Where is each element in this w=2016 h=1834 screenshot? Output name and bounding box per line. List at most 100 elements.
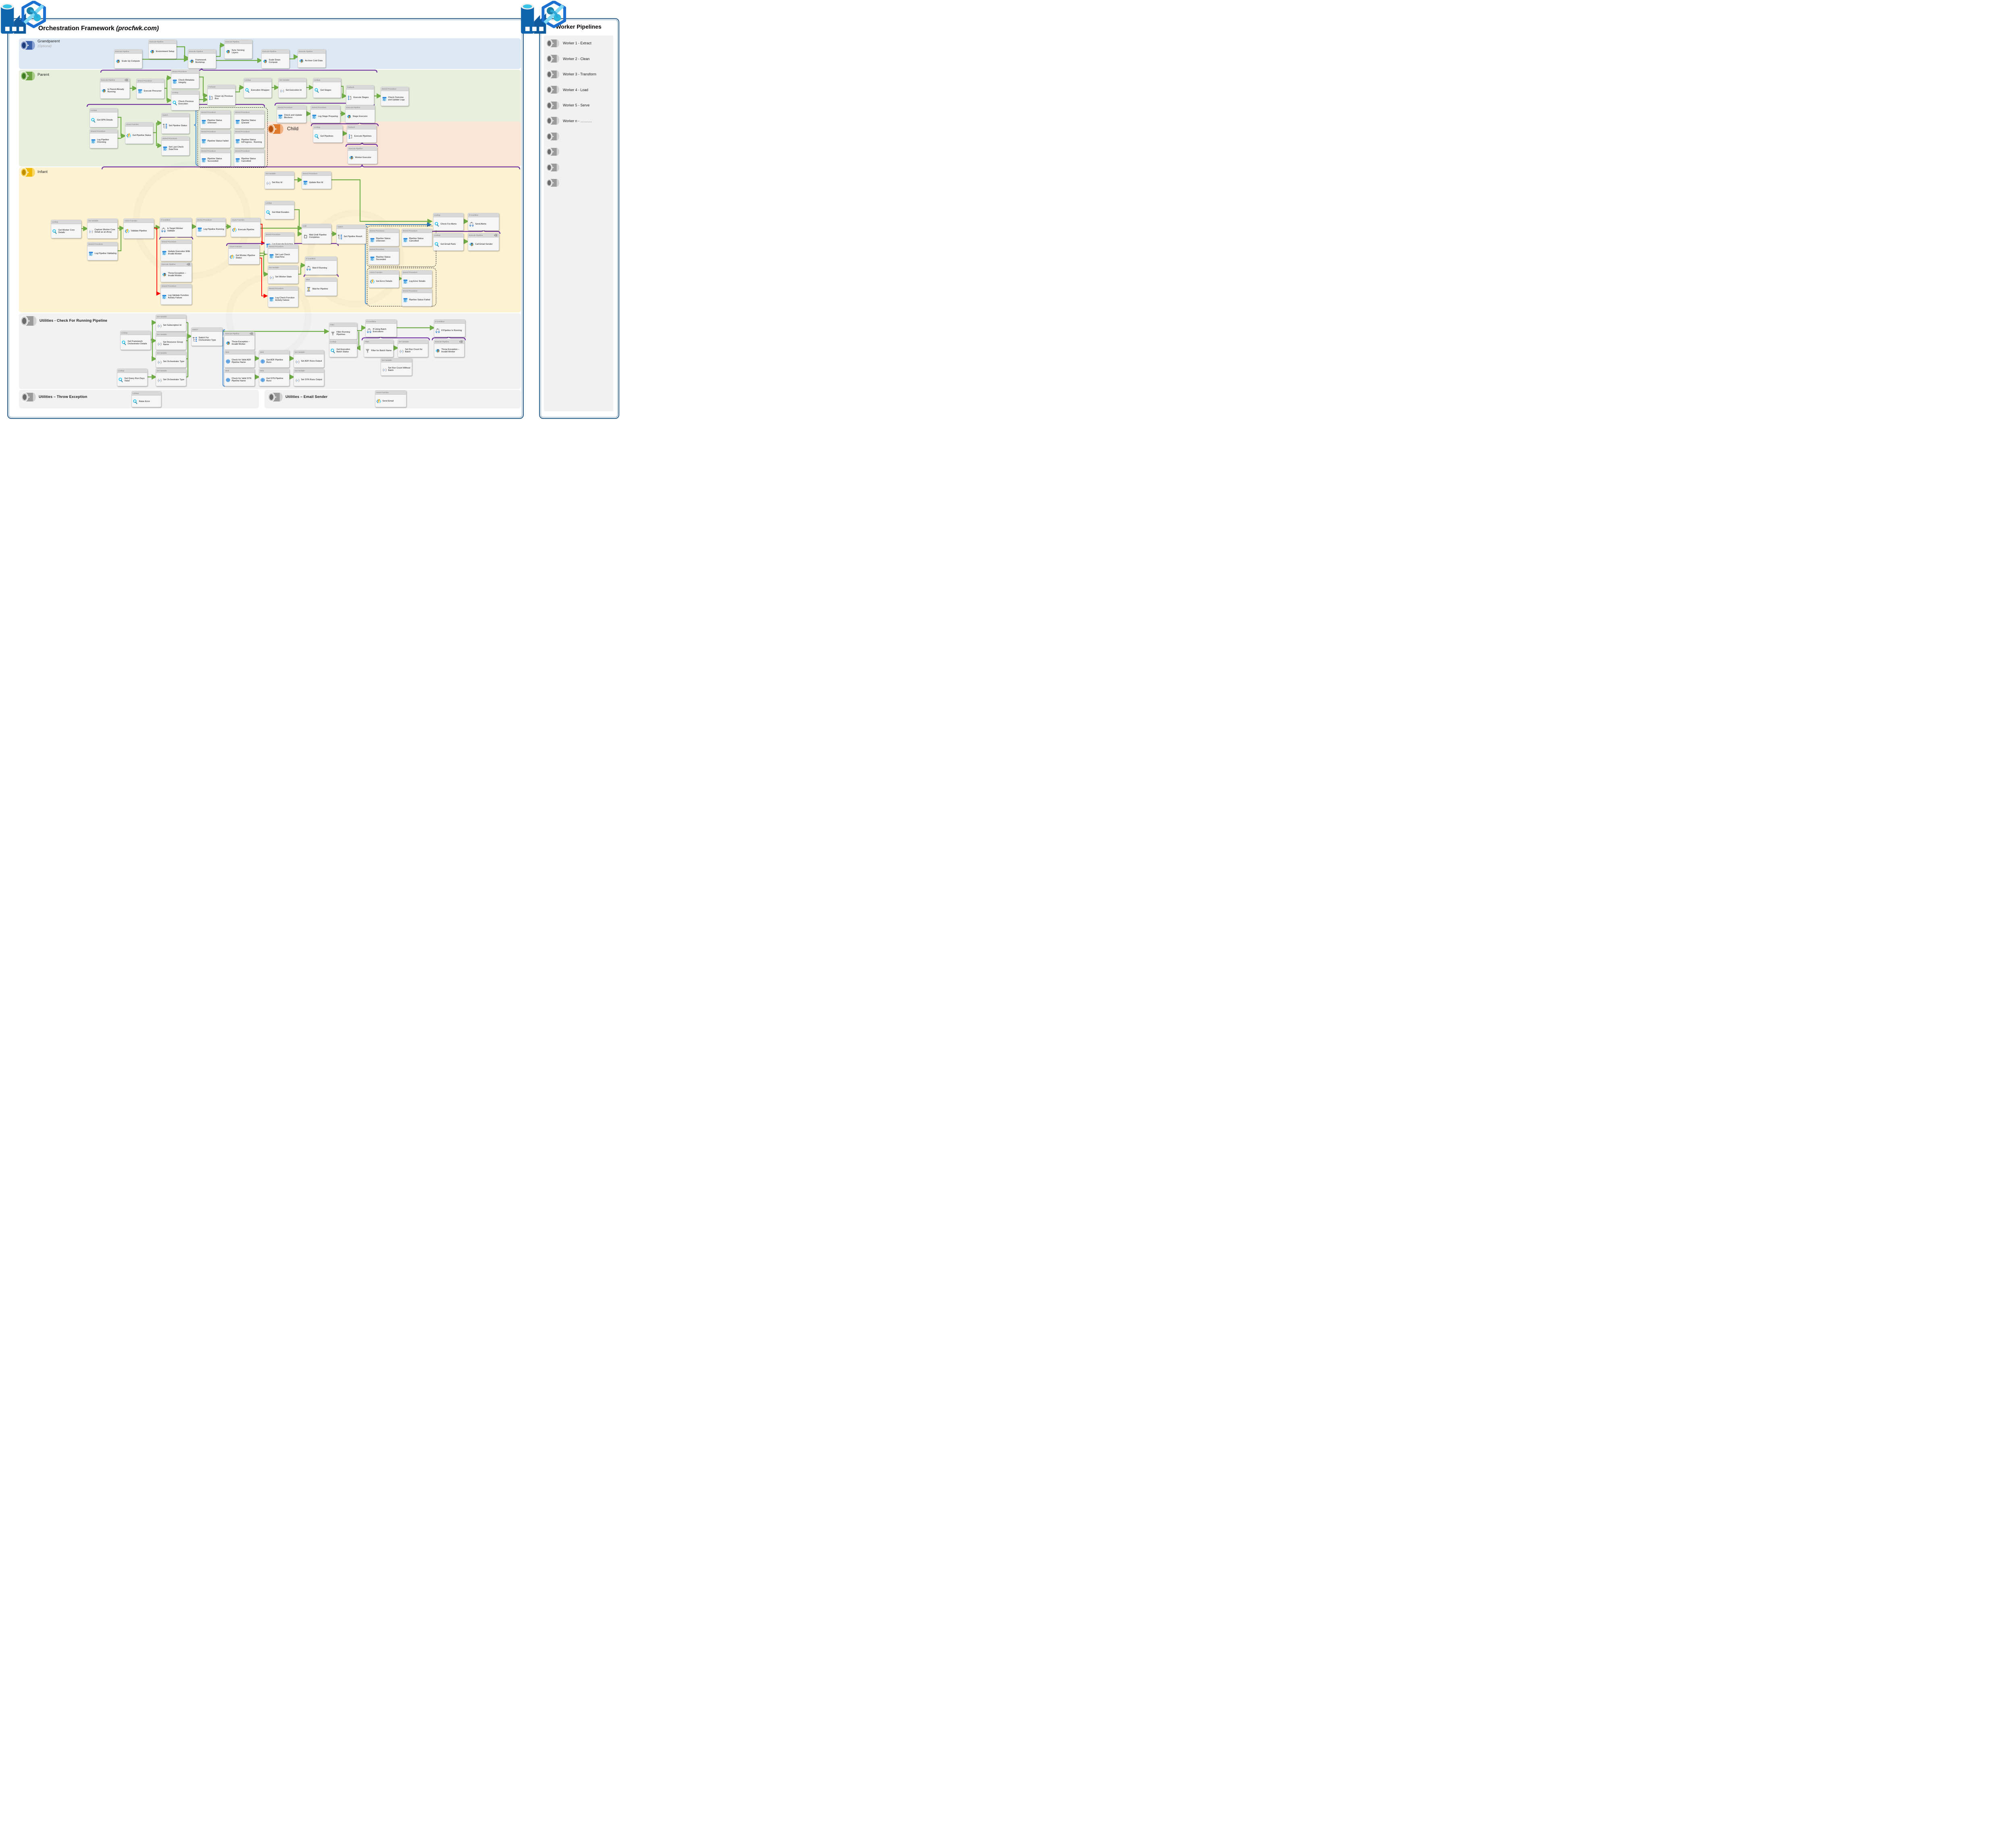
stored-procedure-icon	[91, 139, 96, 144]
execute-pipeline-icon	[162, 272, 167, 277]
activity-card: Stored ProcedureLog Pipeline Checking	[90, 129, 118, 148]
svg-text:x: x	[267, 181, 269, 185]
activity-type-label: Set Variable	[398, 340, 428, 344]
activity-label: Set Orchestrator Type	[163, 360, 185, 363]
stored-procedure-icon	[88, 251, 94, 256]
stored-procedure-icon	[370, 237, 375, 243]
execute-pipeline-icon	[435, 348, 440, 354]
if-condition-icon	[435, 328, 440, 333]
pipeline-icon	[546, 115, 560, 126]
activity-type-label: Execute Pipeline	[100, 78, 129, 82]
activity-label: Scale Up Compute	[122, 60, 140, 62]
activity-type-label: Azure Function	[229, 245, 259, 249]
activity-label: Filter for Batch Name	[371, 350, 392, 352]
if-condition-icon	[306, 266, 311, 271]
activity-type-label: Set Variable	[156, 351, 186, 355]
set-variable-icon: (x)	[157, 341, 162, 346]
svg-text:x: x	[400, 349, 402, 353]
orchestration-framework-diagram: Orchestration Framework (procfwk.com) Gr…	[0, 0, 619, 419]
switch-icon	[337, 234, 343, 239]
pipeline-icon	[546, 162, 560, 173]
activity-type-label: Web	[225, 350, 254, 354]
activity-card: Stored ProcedurePipeline Status Unknown	[200, 110, 231, 129]
activity-card: ForEachExecute Pipelines	[347, 125, 377, 143]
worker-pipeline-row: Worker 2 - Clean	[544, 51, 613, 67]
infant-pipeline-icon	[20, 167, 35, 177]
utilities-email-pipeline-icon	[268, 392, 283, 402]
activity-card: Execute PipelineWorker Executor	[348, 146, 377, 164]
activity-card: LookupGet Stages	[313, 78, 341, 98]
foreach-icon	[348, 134, 353, 139]
stored-procedure-icon	[172, 79, 177, 84]
activity-card: UntilWait Until Pipeline Completes	[302, 224, 331, 244]
activity-card: If ConditionIf Using Batch Executions	[365, 319, 397, 337]
activity-type-label: Stored Procedure	[265, 233, 294, 237]
pipeline-badge-icon	[124, 79, 129, 82]
activity-card: Set Variable(x)Set ADF Runs Output	[294, 350, 324, 368]
activity-type-label: Execute Pipeline	[115, 50, 142, 54]
activity-card: Stored ProcedureLog Pipeline Running	[196, 218, 226, 236]
activity-label: Get Pipeline Status	[133, 134, 151, 137]
execute-pipeline-icon	[225, 341, 231, 346]
activity-type-label: Set Variable	[381, 358, 412, 362]
activity-label: Sync Serving Layers	[232, 49, 252, 54]
lookup-icon	[434, 242, 439, 247]
activity-card: Stored ProcedureLog Pipeline Validating	[87, 242, 118, 260]
activity-type-label: Web	[225, 369, 254, 373]
activity-type-label: Execute Pipeline	[468, 233, 499, 237]
activity-label: Set Worker State	[275, 276, 292, 278]
svg-text:): )	[92, 229, 93, 233]
activity-card: Execute PipelineSync Serving Layers	[224, 40, 252, 59]
activity-card: LookupGet Email Parts	[433, 233, 464, 251]
activity-type-label: Lookup	[313, 78, 341, 82]
activity-label: Filter Running Pipelines	[337, 331, 356, 336]
section-label-utilities-throw: Utilities – Throw Exception	[39, 395, 87, 399]
activity-label: Pipeline Status Unknown	[208, 119, 230, 124]
activity-card: Stored ProcedurePipeline Status Succeede…	[200, 149, 231, 167]
activity-label: Get ADF Pipeline Runs	[267, 359, 289, 364]
activity-label: Set Last Check DateTime	[169, 146, 189, 151]
svg-text:x: x	[296, 360, 298, 363]
svg-text:x: x	[281, 89, 283, 92]
activity-type-label: Lookup	[132, 391, 161, 396]
activity-label: Throw Exception – Invalid Worker	[168, 272, 191, 277]
activity-label: Set Run Id	[272, 181, 282, 184]
set-variable-icon: (x)	[295, 359, 300, 364]
activity-type-label: Stored Procedure	[381, 87, 408, 91]
activity-type-label: Azure Function	[124, 219, 154, 223]
execute-pipeline-icon	[299, 58, 304, 64]
activity-type-label: Set Variable	[87, 219, 117, 223]
activity-type-label: Stored Procedure	[369, 229, 399, 233]
activity-label: Pipeline Status Suceeded	[376, 256, 398, 261]
activity-label: Archive Cold Data	[305, 60, 323, 62]
activity-type-label: Execute Pipeline	[161, 262, 192, 266]
lookup-icon	[330, 348, 335, 354]
execute-pipeline-icon	[225, 49, 231, 54]
stored-procedure-icon	[269, 254, 274, 259]
svg-text:): )	[402, 349, 403, 353]
set-variable-icon: (x)	[266, 180, 271, 185]
activity-label: Set Pipeline Status	[169, 125, 187, 127]
parent-pipeline-icon	[20, 71, 35, 81]
worker-pipeline-label: Worker 1 - Extract	[563, 41, 591, 45]
activity-label: Update Run Id	[309, 181, 323, 184]
activity-label: Worker Executor	[355, 156, 371, 159]
activity-card: LookupGet Pipelines	[313, 125, 343, 143]
activity-type-label: Stored Procedure	[161, 240, 192, 244]
activity-label: Log Stage Preparing	[318, 115, 338, 118]
set-variable-icon: (x)	[157, 377, 162, 383]
pipeline-icon	[546, 100, 560, 111]
activity-type-label: Set Variable	[156, 369, 186, 373]
activity-label: Set ADF Runs Output	[301, 360, 322, 362]
stored-procedure-icon	[162, 146, 168, 151]
activity-card: Stored ProcedureCheck Metadata Integrity	[171, 69, 199, 89]
activity-type-label: ForEach	[347, 125, 376, 129]
stored-procedure-icon	[162, 294, 167, 300]
stored-procedure-icon	[162, 250, 167, 256]
azure-function-icon	[232, 227, 237, 233]
pipeline-badge-icon	[458, 340, 464, 343]
worker-pipeline-label: Worker 5 - Serve	[563, 103, 589, 107]
activity-card: Execute PipelineThrow Exception – Invali…	[434, 339, 464, 357]
activity-label: Get Error Details	[376, 280, 392, 283]
worker-pipeline-label: Worker n - ……….	[563, 119, 592, 123]
